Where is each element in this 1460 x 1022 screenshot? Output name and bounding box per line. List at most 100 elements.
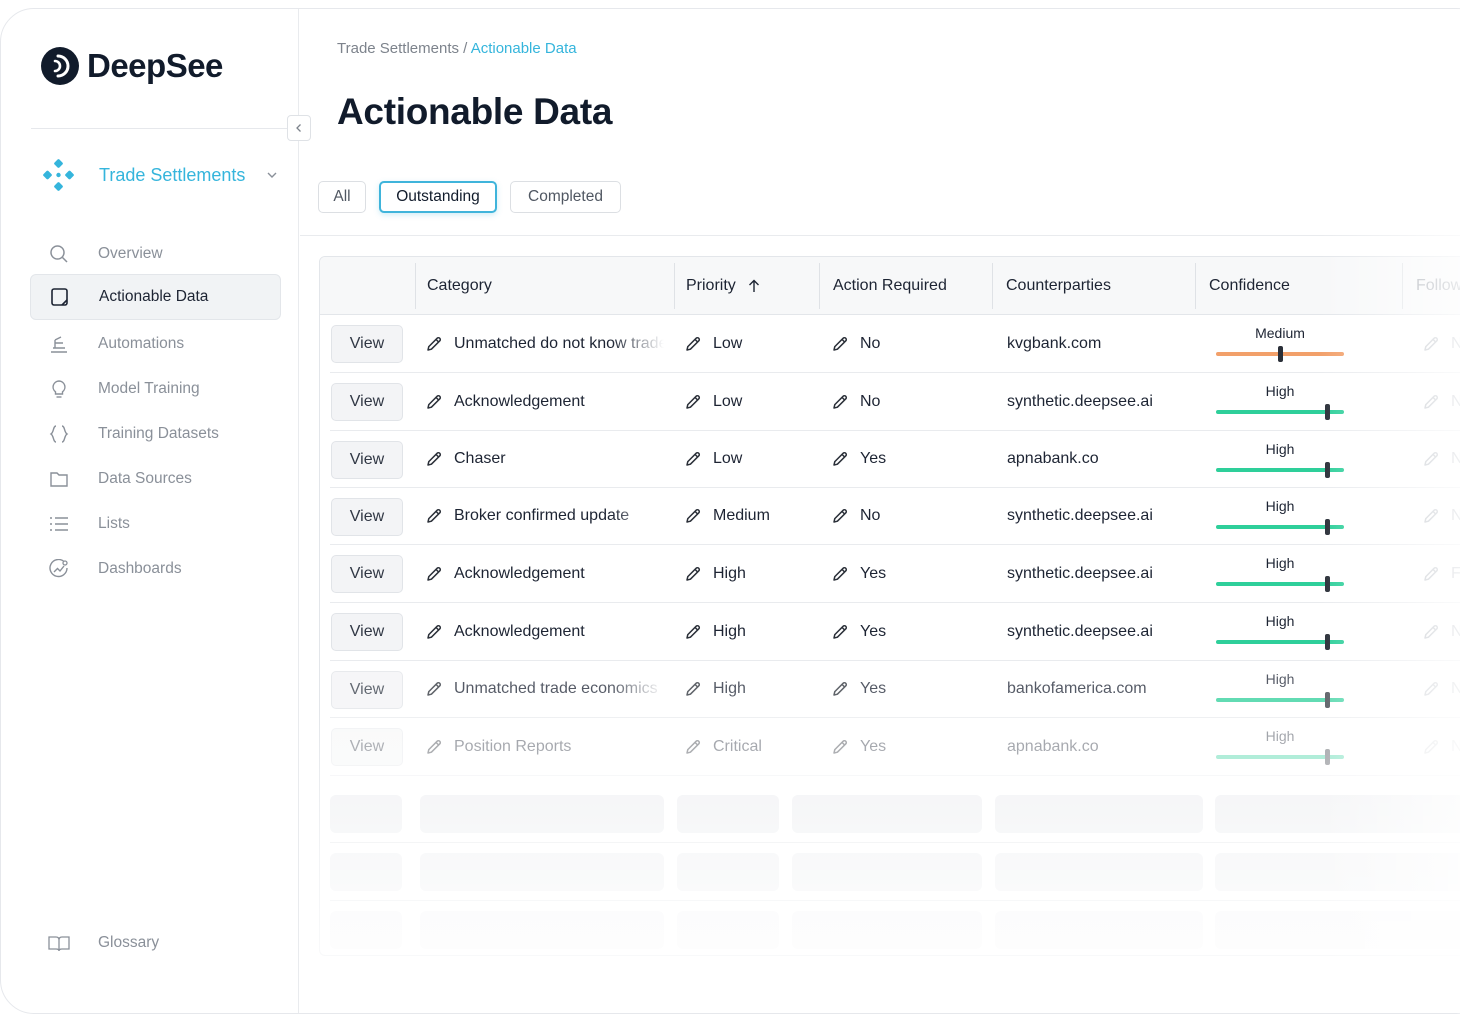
column-header-action-required[interactable]: Action Required xyxy=(821,257,947,315)
confidence-slider[interactable]: High xyxy=(1216,718,1344,775)
confidence-slider[interactable]: Medium xyxy=(1216,315,1344,372)
cell-follow[interactable]: No xyxy=(1422,373,1460,430)
cell-follow[interactable]: No xyxy=(1422,603,1460,660)
edit-pencil-icon[interactable] xyxy=(831,680,849,698)
confidence-slider[interactable]: High xyxy=(1216,661,1344,717)
confidence-slider[interactable]: High xyxy=(1216,545,1344,602)
brand-logo[interactable]: DeepSee xyxy=(41,47,223,85)
confidence-thumb[interactable] xyxy=(1325,749,1330,765)
confidence-thumb[interactable] xyxy=(1325,576,1330,592)
cell-priority[interactable]: High xyxy=(684,545,814,602)
edit-pencil-icon[interactable] xyxy=(684,565,702,583)
edit-pencil-icon[interactable] xyxy=(831,738,849,756)
edit-pencil-icon[interactable] xyxy=(425,393,443,411)
edit-pencil-icon[interactable] xyxy=(425,450,443,468)
confidence-slider[interactable]: High xyxy=(1216,373,1344,430)
edit-pencil-icon[interactable] xyxy=(831,335,849,353)
edit-pencil-icon[interactable] xyxy=(425,623,443,641)
cell-action-required[interactable]: No xyxy=(831,488,991,544)
cell-category[interactable]: Unmatched do not know trade xyxy=(425,315,665,372)
edit-pencil-icon[interactable] xyxy=(1422,623,1440,641)
cell-action-required[interactable]: Yes xyxy=(831,718,991,775)
filter-outstanding-button[interactable]: Outstanding xyxy=(379,181,497,213)
cell-category[interactable]: Acknowledgement xyxy=(425,373,665,430)
edit-pencil-icon[interactable] xyxy=(425,738,443,756)
cell-category[interactable]: Acknowledgement xyxy=(425,545,665,602)
cell-priority[interactable]: Low xyxy=(684,431,814,487)
sidebar-item-training-datasets[interactable]: Training Datasets xyxy=(30,411,281,457)
cell-follow[interactable]: No xyxy=(1422,661,1460,717)
column-header-confidence[interactable]: Confidence xyxy=(1197,257,1290,315)
cell-priority[interactable]: High xyxy=(684,661,814,717)
edit-pencil-icon[interactable] xyxy=(684,450,702,468)
confidence-thumb[interactable] xyxy=(1325,519,1330,535)
collapse-sidebar-button[interactable] xyxy=(287,115,311,141)
cell-priority[interactable]: Low xyxy=(684,373,814,430)
edit-pencil-icon[interactable] xyxy=(425,680,443,698)
edit-pencil-icon[interactable] xyxy=(425,335,443,353)
confidence-slider[interactable]: High xyxy=(1216,431,1344,487)
sidebar-item-lists[interactable]: Lists xyxy=(30,501,281,547)
edit-pencil-icon[interactable] xyxy=(684,680,702,698)
workspace-selector[interactable]: Trade Settlements xyxy=(41,157,281,193)
edit-pencil-icon[interactable] xyxy=(1422,680,1440,698)
edit-pencil-icon[interactable] xyxy=(1422,738,1440,756)
edit-pencil-icon[interactable] xyxy=(1422,565,1440,583)
cell-follow[interactable]: Flag xyxy=(1422,545,1460,602)
edit-pencil-icon[interactable] xyxy=(1422,507,1440,525)
edit-pencil-icon[interactable] xyxy=(831,507,849,525)
confidence-slider[interactable]: High xyxy=(1216,488,1344,544)
edit-pencil-icon[interactable] xyxy=(1422,393,1440,411)
cell-follow[interactable]: No xyxy=(1422,718,1460,775)
edit-pencil-icon[interactable] xyxy=(1422,450,1440,468)
cell-category[interactable]: Broker confirmed update xyxy=(425,488,665,544)
column-header-follow[interactable]: Follow xyxy=(1404,257,1460,315)
cell-priority[interactable]: Critical xyxy=(684,718,814,775)
cell-priority[interactable]: High xyxy=(684,603,814,660)
sidebar-item-actionable-data[interactable]: Actionable Data xyxy=(30,274,281,320)
edit-pencil-icon[interactable] xyxy=(831,623,849,641)
cell-category[interactable]: Acknowledgement xyxy=(425,603,665,660)
cell-follow[interactable]: No xyxy=(1422,431,1460,487)
view-button[interactable]: View xyxy=(331,671,403,709)
cell-follow[interactable]: No xyxy=(1422,488,1460,544)
cell-action-required[interactable]: Yes xyxy=(831,545,991,602)
confidence-thumb[interactable] xyxy=(1325,634,1330,650)
sidebar-item-dashboards[interactable]: Dashboards xyxy=(30,546,281,592)
arrow-up-icon[interactable] xyxy=(748,279,760,293)
breadcrumb-parent[interactable]: Trade Settlements xyxy=(337,40,459,57)
edit-pencil-icon[interactable] xyxy=(684,335,702,353)
edit-pencil-icon[interactable] xyxy=(1422,335,1440,353)
edit-pencil-icon[interactable] xyxy=(684,507,702,525)
sidebar-item-overview[interactable]: Overview xyxy=(30,231,281,277)
sidebar-item-glossary[interactable]: Glossary xyxy=(30,920,281,966)
cell-action-required[interactable]: No xyxy=(831,315,991,372)
confidence-thumb[interactable] xyxy=(1278,346,1283,362)
cell-action-required[interactable]: Yes xyxy=(831,661,991,717)
view-button[interactable]: View xyxy=(331,325,403,363)
edit-pencil-icon[interactable] xyxy=(425,507,443,525)
sidebar-item-automations[interactable]: Automations xyxy=(30,321,281,367)
view-button[interactable]: View xyxy=(331,555,403,593)
confidence-thumb[interactable] xyxy=(1325,692,1330,708)
column-header-category[interactable]: Category xyxy=(415,257,492,315)
filter-all-button[interactable]: All xyxy=(318,181,366,213)
view-button[interactable]: View xyxy=(331,728,403,766)
sidebar-item-data-sources[interactable]: Data Sources xyxy=(30,456,281,502)
edit-pencil-icon[interactable] xyxy=(684,623,702,641)
confidence-slider[interactable]: High xyxy=(1216,603,1344,660)
cell-category[interactable]: Position Reports xyxy=(425,718,665,775)
cell-action-required[interactable]: No xyxy=(831,373,991,430)
view-button[interactable]: View xyxy=(331,498,403,536)
cell-action-required[interactable]: Yes xyxy=(831,431,991,487)
edit-pencil-icon[interactable] xyxy=(831,565,849,583)
cell-priority[interactable]: Medium xyxy=(684,488,814,544)
filter-completed-button[interactable]: Completed xyxy=(510,181,621,213)
sidebar-item-model-training[interactable]: Model Training xyxy=(30,366,281,412)
view-button[interactable]: View xyxy=(331,441,403,479)
column-header-priority[interactable]: Priority xyxy=(674,257,760,315)
cell-category[interactable]: Chaser xyxy=(425,431,665,487)
confidence-thumb[interactable] xyxy=(1325,404,1330,420)
edit-pencil-icon[interactable] xyxy=(684,393,702,411)
edit-pencil-icon[interactable] xyxy=(684,738,702,756)
